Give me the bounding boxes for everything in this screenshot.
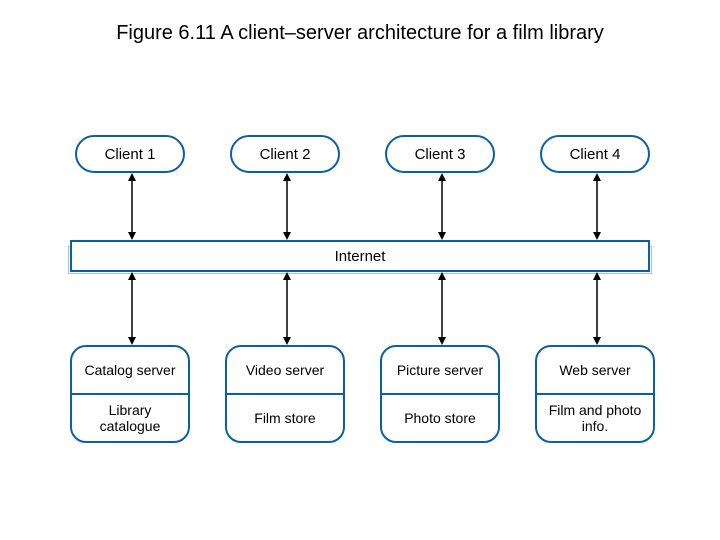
server-top-label: Web server (537, 347, 653, 395)
server-top-label: Picture server (382, 347, 498, 395)
internet-label: Internet (335, 248, 386, 265)
arrow-client3-internet (436, 173, 448, 240)
arrow-client2-internet (281, 173, 293, 240)
client-box-1: Client 1 (75, 135, 185, 173)
client-label: Client 1 (105, 146, 156, 163)
server-box-picture: Picture server Photo store (380, 345, 500, 443)
arrow-client4-internet (591, 173, 603, 240)
figure-title: Figure 6.11 A client–server architecture… (0, 22, 720, 45)
client-box-3: Client 3 (385, 135, 495, 173)
arrow-internet-server1 (126, 272, 138, 345)
client-label: Client 3 (415, 146, 466, 163)
server-box-catalog: Catalog server Library catalogue (70, 345, 190, 443)
client-label: Client 4 (570, 146, 621, 163)
server-top-label: Catalog server (72, 347, 188, 395)
arrow-internet-server4 (591, 272, 603, 345)
server-bottom-label: Library catalogue (72, 395, 188, 441)
server-top-label: Video server (227, 347, 343, 395)
server-box-video: Video server Film store (225, 345, 345, 443)
server-bottom-label: Photo store (382, 395, 498, 441)
internet-bar: Internet (70, 240, 650, 272)
arrow-internet-server2 (281, 272, 293, 345)
server-bottom-label: Film store (227, 395, 343, 441)
architecture-diagram: Client 1 Client 2 Client 3 Client 4 Inte… (70, 135, 650, 465)
client-box-4: Client 4 (540, 135, 650, 173)
client-label: Client 2 (260, 146, 311, 163)
client-box-2: Client 2 (230, 135, 340, 173)
server-bottom-label: Film and photo info. (537, 395, 653, 441)
server-box-web: Web server Film and photo info. (535, 345, 655, 443)
arrow-client1-internet (126, 173, 138, 240)
arrow-internet-server3 (436, 272, 448, 345)
